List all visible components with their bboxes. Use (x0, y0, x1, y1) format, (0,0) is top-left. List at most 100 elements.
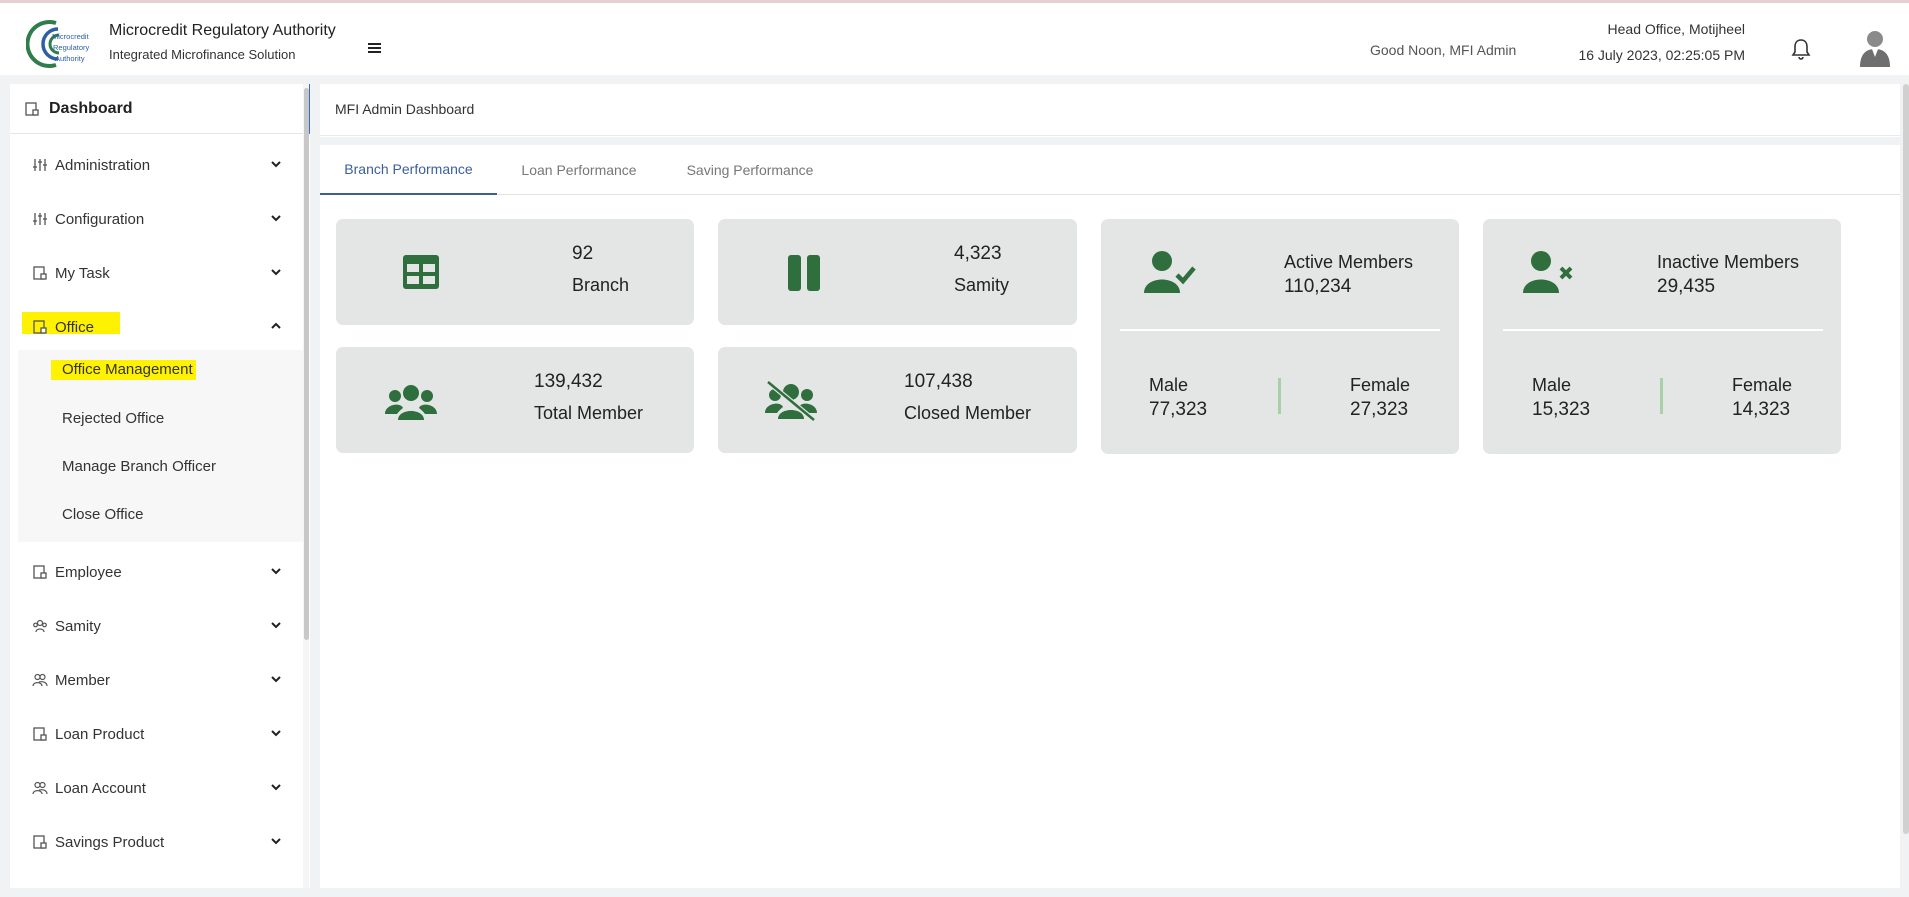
tab-branch-performance[interactable]: Branch Performance (320, 145, 497, 195)
user-check-icon (1144, 251, 1196, 293)
page-title: MFI Admin Dashboard (335, 101, 475, 117)
mra-logo: Microcredit Regulatory Authority (26, 20, 90, 68)
inactive-members-count: 29,435 (1657, 276, 1716, 297)
document-icon (33, 727, 47, 741)
office-name: Head Office, Motijheel (1607, 21, 1745, 37)
active-female-count: 27,323 (1350, 399, 1409, 420)
tab-saving-performance[interactable]: Saving Performance (665, 145, 835, 195)
inactive-members-card: Inactive Members 29,435 Male 15,323 Fema… (1483, 219, 1841, 454)
chevron-down-icon (271, 676, 281, 683)
branch-stat-card: 92 Branch (336, 219, 694, 325)
total-member-stat-card: 139,432 Total Member (336, 347, 694, 453)
main-scrollbar[interactable] (1903, 84, 1909, 834)
current-datetime: 16 July 2023, 02:25:05 PM (1578, 47, 1745, 63)
main-content (320, 84, 1900, 888)
document-icon (33, 320, 47, 334)
sidebar-item-employee[interactable]: Employee (10, 552, 300, 592)
sliders-icon (33, 213, 47, 225)
gender-separator (1278, 378, 1281, 414)
svg-text:Authority: Authority (55, 54, 85, 63)
users-icon (32, 781, 48, 795)
samity-label: Samity (954, 275, 1010, 295)
pause-icon (788, 255, 820, 291)
users-slash-icon (765, 380, 817, 422)
sidebar-item-label: Savings Product (55, 833, 165, 851)
inactive-male-label: Male (1532, 375, 1572, 395)
card-divider (1503, 329, 1823, 331)
sidebar-item-label: Member (55, 671, 111, 689)
sidebar-item-loan-product[interactable]: Loan Product (10, 714, 300, 754)
document-icon (33, 835, 47, 849)
inactive-members-title: Inactive Members (1657, 252, 1800, 272)
sidebar-item-dashboard[interactable]: Dashboard (10, 84, 310, 134)
breadcrumb: MFI Admin Dashboard (320, 84, 1900, 136)
inactive-male-count: 15,323 (1532, 399, 1591, 420)
sliders-icon (33, 159, 47, 171)
active-members-card: Active Members 110,234 Male 77,323 Femal… (1101, 219, 1459, 454)
document-icon (33, 565, 47, 579)
gender-separator (1660, 378, 1663, 414)
active-male-count: 77,323 (1149, 399, 1208, 420)
chevron-down-icon (271, 269, 281, 276)
submenu-office-management[interactable]: Office Management (51, 360, 196, 380)
user-avatar-icon[interactable] (1857, 27, 1893, 67)
brand-title: Microcredit Regulatory Authority (109, 22, 336, 39)
users-group-icon (385, 385, 437, 420)
dashboard-icon (25, 101, 39, 116)
samity-count: 4,323 (954, 243, 1002, 264)
brand-subtitle: Integrated Microfinance Solution (109, 47, 296, 62)
chevron-down-icon (271, 784, 281, 791)
sidebar-item-member[interactable]: Member (10, 660, 300, 700)
active-members-title: Active Members (1284, 252, 1414, 272)
submenu-manage-branch-officer[interactable]: Manage Branch Officer (62, 458, 216, 475)
group-icon (33, 619, 47, 633)
sidebar-item-administration[interactable]: Administration (10, 145, 300, 185)
tab-loan-performance[interactable]: Loan Performance (498, 145, 660, 195)
chevron-down-icon (271, 161, 281, 168)
total-member-count: 139,432 (534, 371, 603, 392)
closed-member-count: 107,438 (904, 371, 973, 392)
active-male-label: Male (1149, 375, 1189, 395)
submenu-close-office[interactable]: Close Office (62, 506, 143, 523)
office-submenu: Office Management Rejected Office Manage… (18, 350, 306, 542)
sidebar-item-samity[interactable]: Samity (10, 606, 300, 646)
svg-text:Microcredit: Microcredit (52, 32, 90, 41)
svg-text:Regulatory: Regulatory (53, 43, 90, 52)
active-female-label: Female (1350, 375, 1411, 395)
sidebar-item-my-task[interactable]: My Task (10, 253, 300, 293)
greeting-text: Good Noon, MFI Admin (1370, 42, 1517, 58)
closed-member-stat-card: 107,438 Closed Member (718, 347, 1077, 453)
chevron-down-icon (271, 568, 281, 575)
inactive-female-label: Female (1732, 375, 1793, 395)
sidebar-item-office[interactable]: Office (10, 307, 300, 347)
section-gap (320, 137, 1900, 145)
sidebar-item-savings-product[interactable]: Savings Product (10, 822, 300, 862)
sidebar-item-label: My Task (55, 264, 110, 282)
sidebar-item-label: Loan Account (55, 779, 146, 797)
chevron-down-icon (271, 215, 281, 222)
sidebar-dashboard-label: Dashboard (49, 99, 133, 117)
submenu-rejected-office[interactable]: Rejected Office (62, 410, 164, 427)
closed-member-label: Closed Member (904, 403, 1032, 423)
sidebar: Dashboard Administration Configuration M… (10, 84, 310, 888)
hamburger-menu-icon[interactable] (364, 37, 386, 59)
sidebar-item-label: Loan Product (55, 725, 145, 743)
samity-stat-card: 4,323 Samity (718, 219, 1077, 325)
table-icon (403, 255, 439, 289)
sidebar-item-loan-account[interactable]: Loan Account (10, 768, 300, 808)
sidebar-item-label: Employee (55, 563, 122, 581)
total-member-label: Total Member (534, 403, 644, 423)
inactive-female-count: 14,323 (1732, 399, 1791, 420)
active-members-count: 110,234 (1284, 276, 1352, 297)
chevron-up-icon (271, 322, 281, 329)
sidebar-scrollbar[interactable] (304, 88, 309, 640)
notification-bell-icon[interactable] (1789, 37, 1813, 63)
chevron-down-icon (271, 622, 281, 629)
branch-label: Branch (572, 275, 630, 295)
sidebar-item-configuration[interactable]: Configuration (10, 199, 300, 239)
sidebar-item-label: Configuration (55, 210, 145, 228)
chevron-down-icon (271, 730, 281, 737)
chevron-down-icon (271, 838, 281, 845)
users-icon (32, 673, 48, 687)
sidebar-item-label: Administration (55, 156, 151, 174)
